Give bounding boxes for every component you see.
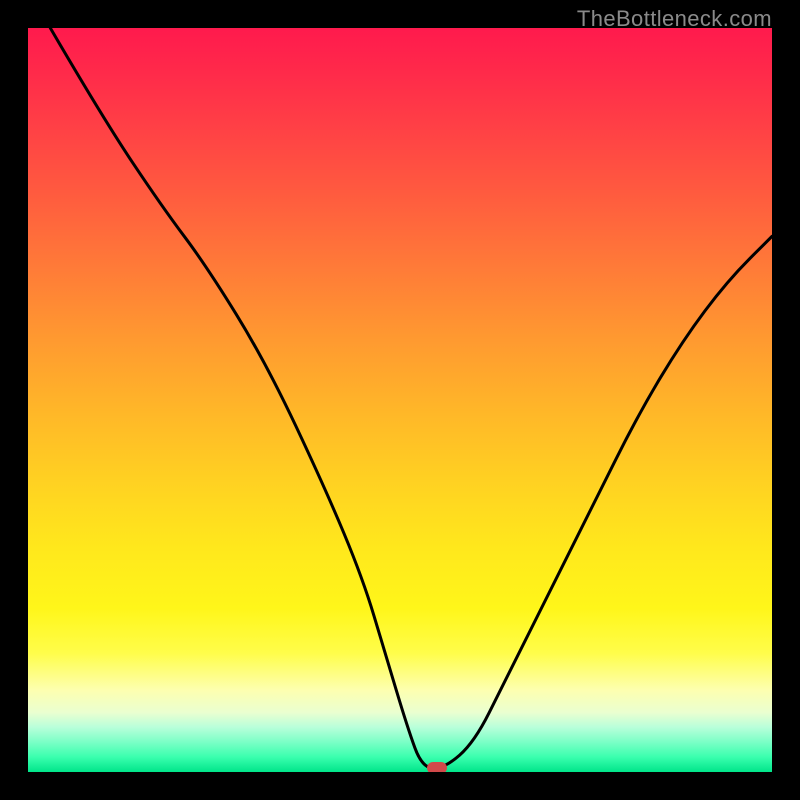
chart-frame: TheBottleneck.com xyxy=(0,0,800,800)
plot-area xyxy=(28,28,772,772)
bottleneck-curve xyxy=(50,28,772,768)
optimal-point-marker xyxy=(427,762,447,772)
curve-svg xyxy=(28,28,772,772)
